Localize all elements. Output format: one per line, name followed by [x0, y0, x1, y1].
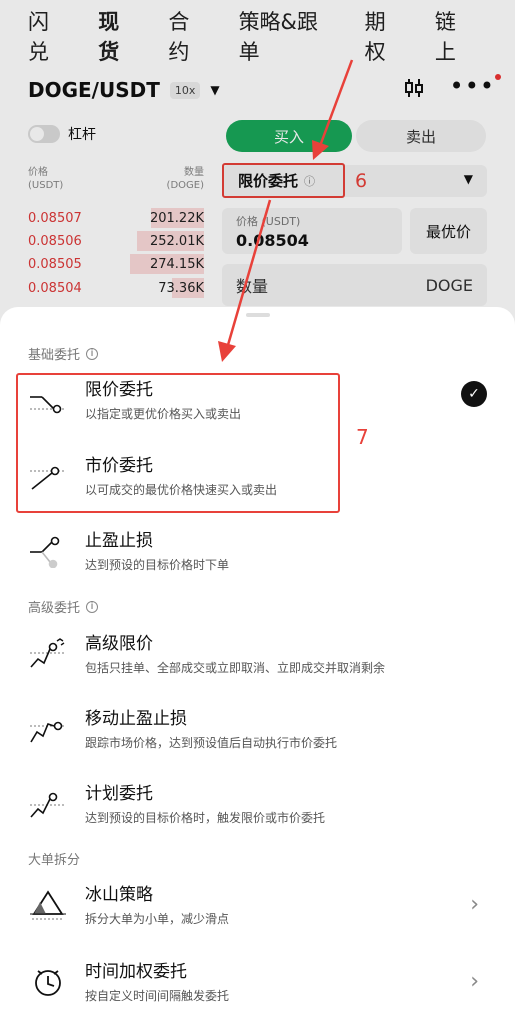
order-type-title: 计划委托	[85, 784, 153, 804]
order-type-desc: 按自定义时间间隔触发委托	[85, 989, 230, 1003]
section-basic-title: 基础委托	[28, 348, 81, 363]
clock-icon	[35, 970, 61, 996]
section-basic-orders: 基础委托 i	[28, 344, 99, 363]
order-type-desc: 包括只挂单、全部成交或立即取消、立即成交并取消剩余	[85, 661, 386, 675]
section-large-orders: 大单拆分	[28, 849, 80, 868]
order-type-desc: 达到预设的目标价格时下单	[85, 558, 230, 572]
annotation-highlight-box	[16, 373, 340, 513]
info-icon[interactable]: i	[86, 347, 99, 360]
order-type-desc: 跟踪市场价格，达到预设值后自动执行市价委托	[85, 736, 338, 750]
iceberg-icon	[30, 890, 66, 920]
annotation-step-7: 7	[356, 425, 369, 449]
order-type-trailing-stop[interactable]: 移动止盈止损 跟踪市场价格，达到预设值后自动执行市价委托	[28, 704, 487, 760]
order-type-title: 高级限价	[85, 634, 153, 654]
check-icon: ✓	[461, 381, 487, 407]
sheet-handle[interactable]	[246, 313, 270, 317]
order-type-title: 冰山策略	[85, 885, 153, 905]
order-type-sheet: 基础委托 i 限价委托 以指定或更优价格买入或卖出 ✓ 市价委托 以可成交的最优…	[0, 307, 515, 1029]
order-type-advanced-limit[interactable]: 高级限价 包括只挂单、全部成交或立即取消、立即成交并取消剩余	[28, 629, 487, 685]
order-type-iceberg[interactable]: 冰山策略 拆分大单为小单，减少滑点 ›	[28, 880, 487, 936]
order-type-tpsl[interactable]: 止盈止损 达到预设的目标价格时下单	[28, 526, 487, 582]
section-advanced-orders: 高级委托 i	[28, 597, 99, 616]
order-type-twap[interactable]: 时间加权委托 按自定义时间间隔触发委托 ›	[28, 957, 487, 1013]
tpsl-order-icon	[30, 536, 60, 568]
order-type-desc: 拆分大单为小单，减少滑点	[85, 912, 230, 926]
section-advanced-title: 高级委托	[28, 601, 81, 616]
section-large-title: 大单拆分	[28, 853, 81, 868]
trigger-order-icon	[30, 792, 66, 818]
order-type-title: 止盈止损	[85, 531, 153, 551]
order-type-trigger[interactable]: 计划委托 达到预设的目标价格时，触发限价或市价委托	[28, 779, 487, 835]
info-icon[interactable]: i	[86, 600, 99, 613]
order-type-title: 时间加权委托	[85, 962, 187, 982]
chevron-right-icon: ›	[470, 892, 479, 917]
trailing-stop-icon	[30, 721, 66, 743]
chevron-right-icon: ›	[470, 969, 479, 994]
order-type-title: 移动止盈止损	[85, 709, 187, 729]
order-type-desc: 达到预设的目标价格时，触发限价或市价委托	[85, 811, 326, 825]
advanced-limit-icon	[30, 638, 66, 668]
